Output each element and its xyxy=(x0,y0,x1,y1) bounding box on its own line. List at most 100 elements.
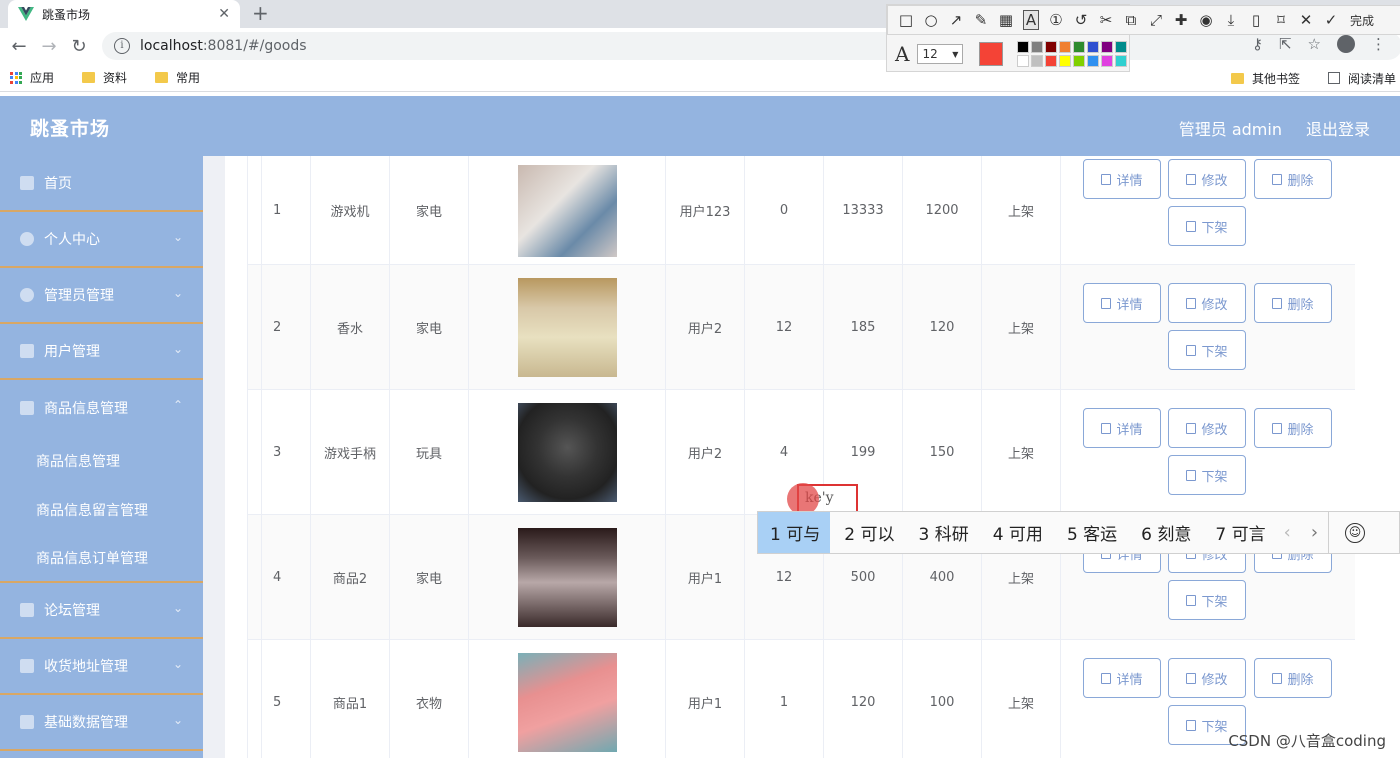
delete-button[interactable]: 删除 xyxy=(1254,408,1332,448)
record-icon[interactable]: ◉ xyxy=(1198,11,1214,29)
chevron-down-icon: ⌄ xyxy=(172,657,183,671)
bookmark-apps[interactable]: 应用 xyxy=(10,69,54,86)
arrow-tool-icon[interactable]: ↗ xyxy=(948,11,964,29)
color-swatch[interactable] xyxy=(1087,41,1100,53)
site-info-icon[interactable]: i xyxy=(114,38,130,54)
ime-candidate[interactable]: 6 刻意 xyxy=(1129,512,1201,553)
menu-dots-icon[interactable]: ⋮ xyxy=(1371,35,1386,53)
cut-icon[interactable]: ✂ xyxy=(1098,11,1114,29)
pin-icon[interactable]: ✚ xyxy=(1173,11,1189,29)
take-down-button[interactable]: 下架 xyxy=(1168,330,1246,370)
detail-button[interactable]: 详情 xyxy=(1083,283,1161,323)
delete-button[interactable]: 删除 xyxy=(1254,283,1332,323)
color-swatch[interactable] xyxy=(1045,41,1058,53)
bookmark-folder-ziliao[interactable]: 资料 xyxy=(82,69,127,86)
done-button[interactable]: 完成 xyxy=(1350,12,1374,29)
color-swatch[interactable] xyxy=(1115,41,1128,53)
color-swatch[interactable] xyxy=(1045,55,1058,67)
take-down-button[interactable]: 下架 xyxy=(1168,580,1246,620)
color-swatch[interactable] xyxy=(1101,41,1114,53)
star-icon[interactable]: ☆ xyxy=(1308,35,1321,53)
sidebar-subitem-goods-orders[interactable]: 商品信息订单管理 xyxy=(0,534,203,583)
emoji-icon[interactable]: ☺ xyxy=(1345,522,1366,543)
bookmark-other[interactable]: 其他书签 xyxy=(1230,70,1300,87)
detail-button[interactable]: 详情 xyxy=(1083,658,1161,698)
cell-image xyxy=(469,156,666,265)
share-icon[interactable]: ⇱ xyxy=(1279,35,1292,53)
key-icon[interactable]: ⚷ xyxy=(1252,35,1263,53)
delete-button[interactable]: 删除 xyxy=(1254,159,1332,199)
color-swatch[interactable] xyxy=(1073,55,1086,67)
ime-next-icon[interactable]: › xyxy=(1311,522,1318,543)
browser-tab[interactable]: 跳蚤市场 ✕ xyxy=(8,0,240,28)
color-swatch[interactable] xyxy=(1073,41,1086,53)
take-down-button[interactable]: 下架 xyxy=(1168,206,1246,246)
color-swatch[interactable] xyxy=(1017,55,1030,67)
bookmark-folder-changyong[interactable]: 常用 xyxy=(155,69,200,86)
cell-value-b: 13333 xyxy=(824,156,903,265)
text-tool-icon[interactable]: A xyxy=(1023,10,1039,30)
new-tab-icon[interactable]: + xyxy=(252,2,269,24)
logout-link[interactable]: 退出登录 xyxy=(1306,116,1370,140)
undo-icon[interactable]: ↺ xyxy=(1073,11,1089,29)
sidebar-item-admin[interactable]: 管理员管理 ⌄ xyxy=(0,268,203,324)
edit-button[interactable]: 修改 xyxy=(1168,283,1246,323)
number-tool-icon[interactable]: ① xyxy=(1048,11,1064,29)
expand-icon[interactable]: ⤢ xyxy=(1148,11,1164,29)
color-swatch[interactable] xyxy=(1087,55,1100,67)
pen-tool-icon[interactable]: ✎ xyxy=(973,11,989,29)
sidebar-item-profile[interactable]: 个人中心 ⌄ xyxy=(0,212,203,268)
detail-button[interactable]: 详情 xyxy=(1083,159,1161,199)
ime-candidate[interactable]: 4 可用 xyxy=(981,512,1053,553)
ime-candidate[interactable]: 1 可与 xyxy=(758,512,831,553)
sidebar-item-users[interactable]: 用户管理 ⌄ xyxy=(0,324,203,380)
forward-icon[interactable]: → xyxy=(34,36,64,57)
edit-button[interactable]: 修改 xyxy=(1168,408,1246,448)
edit-button[interactable]: 修改 xyxy=(1168,658,1246,698)
font-size-select[interactable]: 12 ▼ xyxy=(917,44,964,64)
ellipse-tool-icon[interactable]: ○ xyxy=(923,11,939,29)
bookmark-reading-list[interactable]: 阅读清单 xyxy=(1327,70,1396,87)
color-swatch[interactable] xyxy=(1115,55,1128,67)
table-row[interactable]: 1 游戏机 家电 用户123 0 13333 1200 上架 详情 修改 删除 下架 xyxy=(247,156,1355,265)
take-down-button[interactable]: 下架 xyxy=(1168,455,1246,495)
ime-candidate[interactable]: 7 可言 xyxy=(1203,512,1275,553)
color-swatch[interactable] xyxy=(1031,41,1044,53)
color-swatch[interactable] xyxy=(1017,41,1030,53)
phone-icon[interactable]: ▯ xyxy=(1248,11,1264,29)
table-row[interactable]: 5 商品1 衣物 用户1 1 120 100 上架 详情 修改 删除 下架 xyxy=(247,640,1355,758)
delete-button[interactable]: 删除 xyxy=(1254,658,1332,698)
check-icon[interactable]: ✓ xyxy=(1323,11,1339,29)
color-swatch[interactable] xyxy=(1031,55,1044,67)
detail-button[interactable]: 详情 xyxy=(1083,408,1161,448)
mosaic-tool-icon[interactable]: ▦ xyxy=(998,11,1014,29)
reload-icon[interactable]: ↻ xyxy=(64,36,94,57)
rectangle-tool-icon[interactable]: □ xyxy=(898,11,914,29)
sidebar-subitem-goods-info[interactable]: 商品信息管理 xyxy=(0,436,203,485)
copy-icon[interactable]: ⧉ xyxy=(1123,11,1139,29)
sidebar-item-basedata[interactable]: 基础数据管理 ⌄ xyxy=(0,695,203,751)
color-swatch[interactable] xyxy=(1059,55,1072,67)
tab-close-icon[interactable]: ✕ xyxy=(218,6,230,22)
sidebar-item-home[interactable]: 首页 xyxy=(0,156,203,212)
ime-candidate[interactable]: 3 科研 xyxy=(906,512,978,553)
back-icon[interactable]: ← xyxy=(4,36,34,57)
table-row[interactable]: 2 香水 家电 用户2 12 185 120 上架 详情 修改 删除 下架 xyxy=(247,265,1355,390)
sidebar-item-forum[interactable]: 论坛管理 ⌄ xyxy=(0,583,203,639)
profile-icon[interactable] xyxy=(1337,35,1355,53)
url-input[interactable]: i localhost:8081/#/goods xyxy=(102,32,1400,60)
edit-button[interactable]: 修改 xyxy=(1168,159,1246,199)
ime-prev-icon[interactable]: ‹ xyxy=(1284,522,1291,543)
bookmark-icon[interactable]: ⌑ xyxy=(1273,11,1289,29)
sidebar-subitem-goods-comments[interactable]: 商品信息留言管理 xyxy=(0,485,203,534)
download-icon[interactable]: ⤓ xyxy=(1223,11,1239,29)
color-swatch[interactable] xyxy=(1059,41,1072,53)
ime-candidate[interactable]: 5 客运 xyxy=(1055,512,1127,553)
ime-candidate[interactable]: 2 可以 xyxy=(832,512,904,553)
sidebar-item-address[interactable]: 收货地址管理 ⌄ xyxy=(0,639,203,695)
color-swatch[interactable] xyxy=(1101,55,1114,67)
button-label: 删除 xyxy=(1287,422,1314,438)
close-icon[interactable]: ✕ xyxy=(1298,11,1314,29)
sidebar-item-goods[interactable]: 商品信息管理 ⌃ xyxy=(0,380,203,436)
current-color-swatch[interactable] xyxy=(979,42,1004,66)
